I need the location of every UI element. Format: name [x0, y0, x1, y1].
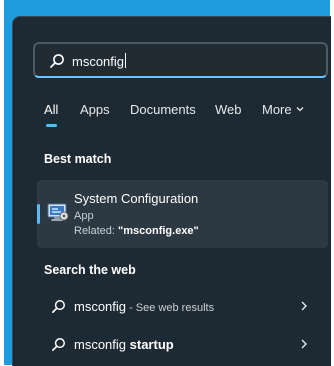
selection-indicator — [37, 204, 40, 224]
web-result-text: msconfig startup — [74, 337, 174, 352]
system-configuration-icon — [47, 203, 69, 221]
best-match-result[interactable]: System Configuration App Related: "mscon… — [37, 180, 328, 248]
tab-web[interactable]: Web — [215, 102, 242, 117]
web-result-see-results[interactable]: msconfig - See web results — [37, 291, 328, 323]
best-match-type: App — [74, 210, 94, 222]
best-match-heading: Best match — [44, 152, 112, 166]
web-result-text: msconfig - See web results — [74, 299, 214, 314]
tab-more-label: More — [262, 102, 292, 117]
search-query[interactable]: msconfig — [72, 53, 127, 69]
web-result-term: msconfig — [74, 299, 127, 314]
best-match-related: Related: "msconfig.exe" — [74, 225, 199, 237]
tab-more[interactable]: More — [262, 102, 305, 117]
web-result-startup[interactable]: msconfig startup — [37, 329, 328, 361]
web-result-term: msconfig — [74, 337, 127, 352]
active-tab-indicator — [46, 124, 57, 127]
chevron-right-icon[interactable] — [299, 299, 309, 313]
web-result-suffix: startup — [126, 337, 174, 352]
search-icon — [52, 300, 65, 313]
text-caret — [125, 53, 127, 68]
best-match-title: System Configuration — [74, 191, 199, 206]
tab-all[interactable]: All — [44, 102, 58, 117]
chevron-right-icon[interactable] — [299, 337, 309, 351]
search-icon — [52, 338, 65, 351]
related-prefix: Related: — [74, 225, 119, 237]
tab-apps[interactable]: Apps — [80, 102, 110, 117]
search-input[interactable]: msconfig — [33, 42, 328, 78]
search-web-heading: Search the web — [44, 263, 136, 277]
related-value: "msconfig.exe" — [118, 225, 199, 237]
web-result-hint: - See web results — [126, 302, 215, 314]
tab-documents[interactable]: Documents — [130, 102, 196, 117]
search-query-text: msconfig — [72, 54, 125, 69]
chevron-down-icon — [296, 107, 304, 112]
search-icon — [50, 54, 64, 68]
